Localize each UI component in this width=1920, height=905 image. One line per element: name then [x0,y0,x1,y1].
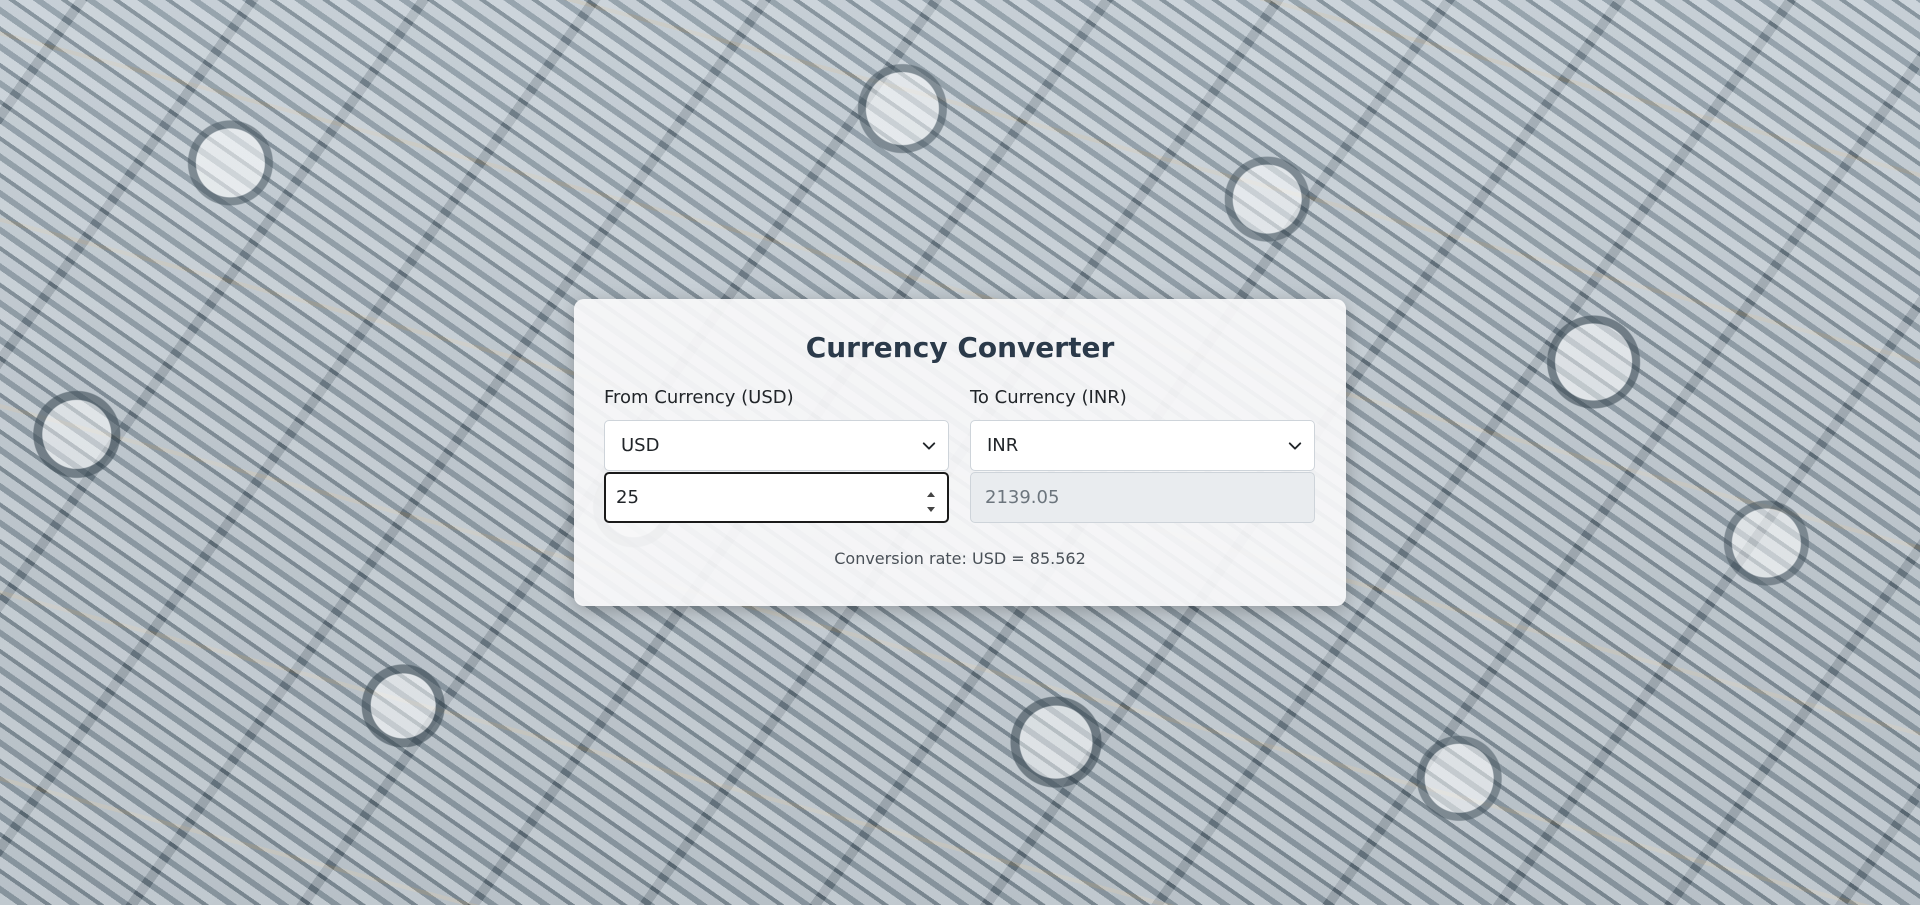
stepper-up-icon[interactable] [925,485,937,497]
conversion-rate-text: Conversion rate: USD = 85.562 [834,549,1086,568]
to-currency-label: To Currency (INR) [970,387,1127,408]
from-currency-column: From Currency (USD) USD 25 [604,384,949,523]
chevron-down-icon [1288,441,1302,450]
from-amount-input[interactable]: 25 [604,472,949,523]
converter-card: Currency Converter From Currency (USD) U… [574,299,1346,606]
stepper-down-icon[interactable] [925,499,937,512]
from-amount-value: 25 [616,487,639,508]
to-currency-column: To Currency (INR) INR 2139.05 [970,384,1315,523]
to-amount-value: 2139.05 [985,487,1060,508]
to-amount-output: 2139.05 [970,472,1315,523]
to-currency-select[interactable]: INR [970,420,1315,471]
from-currency-selected: USD [621,435,660,456]
from-currency-select[interactable]: USD [604,420,949,471]
page-title: Currency Converter [805,331,1115,364]
number-stepper[interactable] [925,485,937,512]
currency-columns: From Currency (USD) USD 25 To Currency (… [604,384,1316,523]
chevron-down-icon [922,441,936,450]
from-currency-label: From Currency (USD) [604,387,794,408]
to-currency-selected: INR [987,435,1019,456]
